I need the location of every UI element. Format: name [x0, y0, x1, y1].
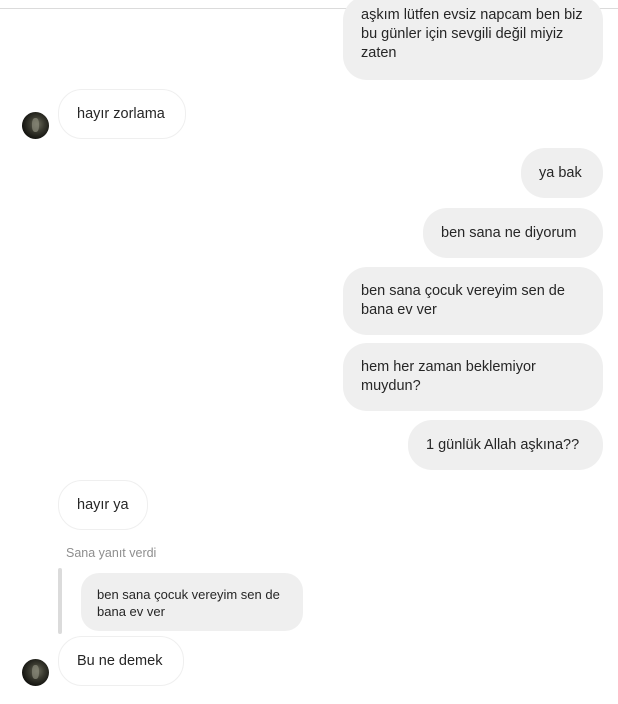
message-sent[interactable]: ya bak [521, 148, 603, 198]
message-text: Bu ne demek [77, 652, 163, 669]
message-received[interactable]: hayır zorlama [58, 89, 186, 139]
message-sent[interactable]: ben sana ne diyorum [423, 208, 603, 258]
message-received[interactable]: Bu ne demek [58, 636, 184, 686]
message-text: hayır zorlama [77, 105, 165, 122]
message-received[interactable]: hayır ya [58, 480, 148, 530]
message-text: 1 günlük Allah aşkına?? [426, 436, 580, 453]
message-text: ben sana ne diyorum [441, 224, 577, 241]
message-text: ya bak [539, 164, 582, 181]
message-text: ben sana çocuk vereyim sen de bana ev ve… [361, 283, 565, 318]
message-text: hem her zaman beklemiyor muydun? [361, 359, 536, 394]
message-text: aşkım lütfen evsiz napcam ben biz bu gün… [361, 7, 583, 61]
message-sent[interactable]: ben sana çocuk vereyim sen de bana ev ve… [343, 267, 603, 335]
quoted-message[interactable]: ben sana çocuk vereyim sen de bana ev ve… [81, 573, 303, 631]
contact-avatar[interactable] [22, 659, 49, 686]
reply-context-label: Sana yanıt verdi [66, 546, 157, 560]
contact-avatar[interactable] [22, 112, 49, 139]
message-sent[interactable]: aşkım lütfen evsiz napcam ben biz bu gün… [343, 0, 603, 80]
message-sent[interactable]: hem her zaman beklemiyor muydun? [343, 343, 603, 411]
message-text: hayır ya [77, 496, 129, 513]
message-sent[interactable]: 1 günlük Allah aşkına?? [408, 420, 603, 470]
reply-quote-bar [58, 568, 62, 634]
